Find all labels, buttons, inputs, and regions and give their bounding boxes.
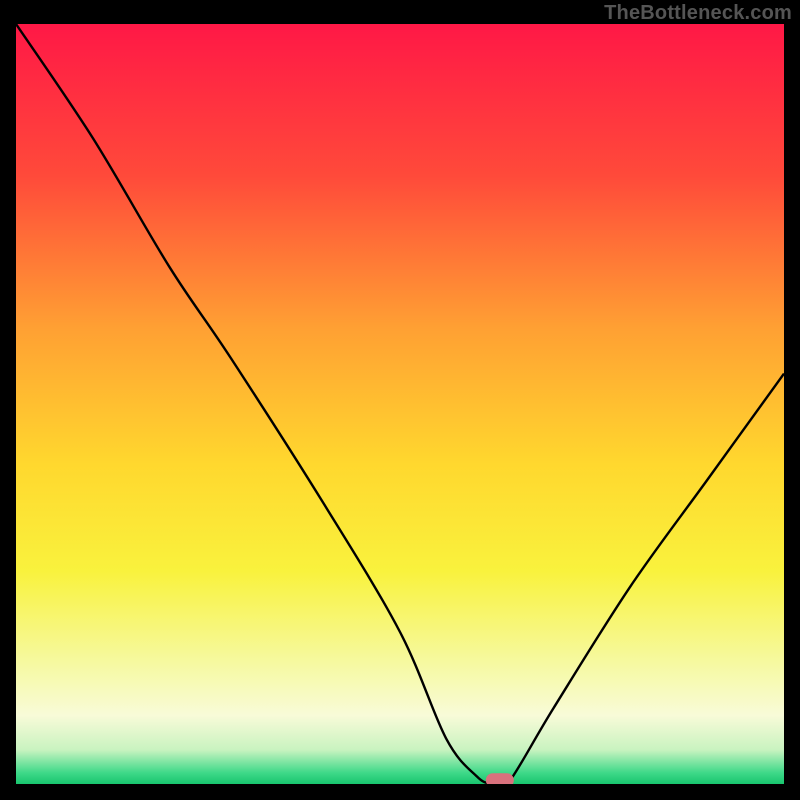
gradient-background: [16, 24, 784, 784]
optimal-marker: [486, 773, 514, 784]
chart-frame: TheBottleneck.com: [0, 0, 800, 800]
plot-area: [16, 24, 784, 784]
bottleneck-chart: [16, 24, 784, 784]
watermark-label: TheBottleneck.com: [604, 2, 792, 25]
